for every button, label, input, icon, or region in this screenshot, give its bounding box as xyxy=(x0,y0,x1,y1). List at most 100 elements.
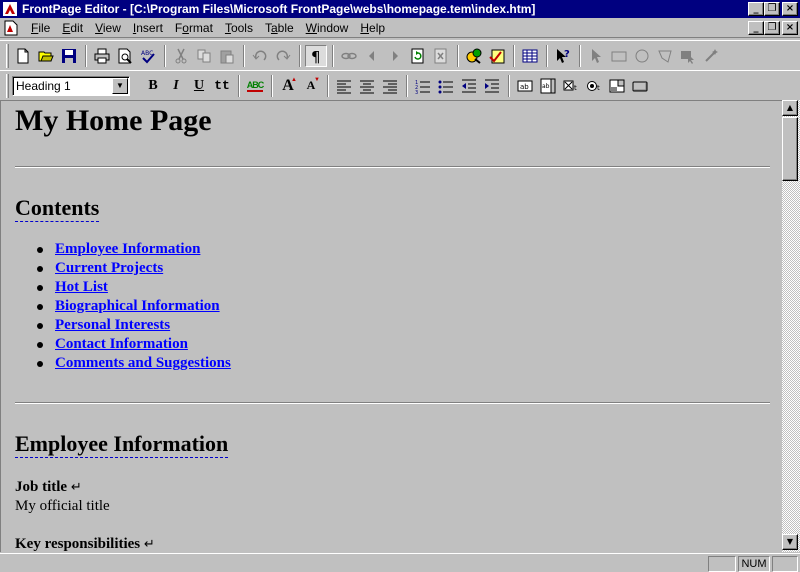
chevron-down-icon[interactable]: ▼ xyxy=(112,77,128,94)
job-title-value[interactable]: My official title xyxy=(15,497,770,516)
doc-close-button[interactable]: × xyxy=(782,21,798,35)
employee-information-heading[interactable]: Employee Information xyxy=(15,431,229,458)
job-title-label[interactable]: Job title ↵ xyxy=(15,478,770,497)
minimize-button[interactable]: _ xyxy=(748,2,764,16)
highlight-hotspots-button[interactable] xyxy=(677,45,699,67)
back-arrow-icon xyxy=(369,50,374,61)
frontpage-app-icon xyxy=(3,2,17,16)
push-button-button[interactable] xyxy=(629,75,651,97)
open-button[interactable] xyxy=(35,45,57,67)
menu-window[interactable]: Window xyxy=(300,21,355,35)
insert-table-button[interactable] xyxy=(519,45,541,67)
scroll-up-button[interactable]: ▲ xyxy=(782,100,798,116)
polygon-tool-button[interactable] xyxy=(654,45,676,67)
drop-down-menu-button[interactable] xyxy=(606,75,628,97)
align-center-button[interactable] xyxy=(356,75,378,97)
printer-icon xyxy=(94,48,110,63)
rectangle-tool-button[interactable] xyxy=(608,45,630,67)
show-explorer-button[interactable] xyxy=(463,45,485,67)
radio-button-button[interactable]: t xyxy=(583,75,605,97)
refresh-button[interactable] xyxy=(407,45,429,67)
new-button[interactable] xyxy=(12,45,34,67)
copy-icon xyxy=(197,49,211,62)
make-transparent-button[interactable] xyxy=(700,45,722,67)
job-title-block: Job title ↵ My official title xyxy=(15,478,770,516)
bold-button[interactable]: B xyxy=(142,75,164,97)
increase-font-size-button[interactable]: A ▲ xyxy=(277,75,299,97)
decrease-font-size-button[interactable]: A ▼ xyxy=(300,75,322,97)
open-folder-icon xyxy=(38,51,54,61)
toolbar-grip xyxy=(6,43,9,68)
toolbar-separator xyxy=(164,44,166,67)
editor-canvas[interactable]: My Home Page Contents Employee Informati… xyxy=(0,100,782,552)
scroll-down-button[interactable]: ▼ xyxy=(782,534,798,550)
link-hot-list[interactable]: Hot List xyxy=(55,278,108,297)
print-preview-button[interactable] xyxy=(114,45,136,67)
redo-button[interactable] xyxy=(272,45,294,67)
redo-arrow-icon xyxy=(276,50,291,61)
vertical-scrollbar[interactable]: ▲ ▼ xyxy=(782,100,800,552)
fixed-width-button[interactable]: tt xyxy=(211,75,233,97)
back-button[interactable] xyxy=(361,45,383,67)
show-paragraph-marks-button[interactable]: ¶ xyxy=(305,44,327,67)
save-button[interactable] xyxy=(58,45,80,67)
increase-indent-button[interactable] xyxy=(481,75,503,97)
decrease-indent-button[interactable] xyxy=(458,75,480,97)
select-tool-button[interactable] xyxy=(585,45,607,67)
dropdown-field-icon xyxy=(609,79,625,92)
close-button[interactable]: × xyxy=(782,2,798,16)
link-contact-information[interactable]: Contact Information xyxy=(55,335,188,354)
link-current-projects[interactable]: Current Projects xyxy=(55,259,163,278)
document-icon[interactable] xyxy=(3,20,19,36)
bulleted-list-button[interactable] xyxy=(435,75,457,97)
paste-button[interactable] xyxy=(216,45,238,67)
hyperlink-button[interactable] xyxy=(338,45,360,67)
show-todo-list-button[interactable] xyxy=(486,45,508,67)
stop-icon xyxy=(434,48,447,63)
contents-heading[interactable]: Contents xyxy=(15,195,100,222)
line-break-icon: ↵ xyxy=(143,537,155,552)
text-color-button[interactable]: ABC xyxy=(244,75,266,97)
link-personal-interests[interactable]: Personal Interests xyxy=(55,316,170,335)
numbered-list-button[interactable]: 123 xyxy=(412,75,434,97)
italic-button[interactable]: I xyxy=(165,75,187,97)
menu-help[interactable]: Help xyxy=(354,21,391,35)
page-title[interactable]: My Home Page xyxy=(15,103,770,139)
link-employee-information[interactable]: Employee Information xyxy=(55,240,200,259)
circle-tool-button[interactable] xyxy=(631,45,653,67)
menu-format[interactable]: Format xyxy=(169,21,219,35)
checkbox-button[interactable]: t xyxy=(560,75,582,97)
stop-button[interactable] xyxy=(430,45,452,67)
pilcrow-icon: ¶ xyxy=(311,48,321,64)
link-comments-and-suggestions[interactable]: Comments and Suggestions xyxy=(55,354,231,373)
menu-file[interactable]: File xyxy=(25,21,56,35)
format-toolbar: Heading 1 ▼ B I U tt ABC A ▲ A ▼ 123 ab ab… xyxy=(0,70,800,100)
polygon-icon xyxy=(658,50,672,63)
key-responsibilities-label[interactable]: Key responsibilities ↵ xyxy=(15,535,770,552)
doc-minimize-button[interactable]: _ xyxy=(748,21,764,35)
align-left-button[interactable] xyxy=(333,75,355,97)
one-line-textbox-button[interactable]: ab xyxy=(514,75,536,97)
print-button[interactable] xyxy=(91,45,113,67)
spelling-button[interactable]: ABC xyxy=(137,45,159,67)
toolbar-separator xyxy=(406,74,408,97)
copy-button[interactable] xyxy=(193,45,215,67)
help-button[interactable]: ? xyxy=(552,45,574,67)
scrolling-textbox-button[interactable]: ab xyxy=(537,75,559,97)
menu-insert[interactable]: Insert xyxy=(127,21,169,35)
underline-button[interactable]: U xyxy=(188,75,210,97)
menu-view[interactable]: View xyxy=(89,21,127,35)
link-biographical-information[interactable]: Biographical Information xyxy=(55,297,220,316)
undo-button[interactable] xyxy=(249,45,271,67)
align-right-button[interactable] xyxy=(379,75,401,97)
restore-button[interactable]: ❐ xyxy=(764,2,780,16)
doc-restore-button[interactable]: ❐ xyxy=(764,21,780,35)
paragraph-style-select[interactable]: Heading 1 ▼ xyxy=(12,75,130,96)
push-button-icon xyxy=(632,81,648,91)
menu-table[interactable]: Table xyxy=(259,21,300,35)
scroll-thumb[interactable] xyxy=(782,117,798,181)
forward-button[interactable] xyxy=(384,45,406,67)
menu-tools[interactable]: Tools xyxy=(219,21,259,35)
cut-button[interactable] xyxy=(170,45,192,67)
menu-edit[interactable]: Edit xyxy=(56,21,89,35)
